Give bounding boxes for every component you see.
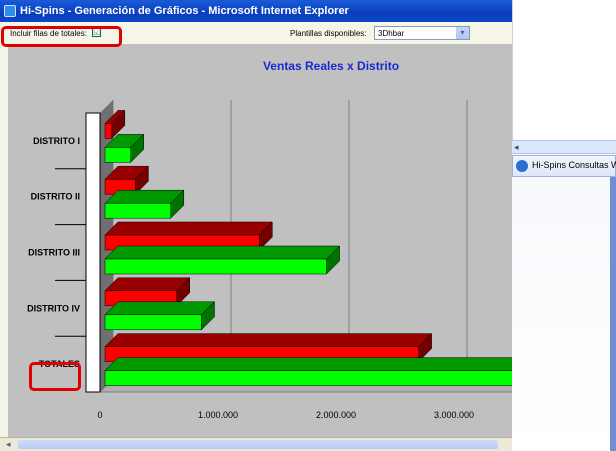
bar-top-face [104,245,341,260]
ie-window: Hi-Spins - Generación de Gráficos - Micr… [0,0,512,451]
bar [104,258,327,275]
bar-top-face [104,357,512,371]
bar-top-face [104,301,216,316]
category-label: DISTRITO I [33,136,80,146]
internet-explorer-icon [516,160,528,172]
bar [104,147,131,163]
category-axis-panel [85,112,101,393]
background-window: ◂ Hi-Spins Consultas Web - W [512,0,616,451]
annotation-highlight-checkbox [1,26,122,47]
category-label: DISTRITO IV [27,303,80,313]
bar [104,370,512,386]
bar [104,314,202,331]
background-scrollbar[interactable]: ◂ [512,140,616,154]
bar-top-face [104,277,191,292]
x-tick-label: 1.000.000 [198,410,238,420]
bar [104,123,113,139]
annotation-highlight-totales [29,362,81,391]
scroll-left-icon[interactable]: ◂ [514,141,519,153]
horizontal-scrollbar[interactable]: ◂ [0,437,512,451]
bar-top-face [104,333,433,347]
category-label: DISTRITO II [31,192,80,202]
background-window-content [512,0,616,140]
x-tick-label: 2.000.000 [316,410,356,420]
x-tick-label: 0 [97,410,102,420]
scroll-left-icon[interactable]: ◂ [6,439,11,450]
desktop-strip [610,177,616,451]
category-label: DISTRITO III [28,248,80,258]
scrollbar-thumb[interactable] [18,440,498,449]
bar-top-face [104,221,273,236]
x-tick-label: 3.000.000 [434,410,474,420]
bar-top-face [104,189,185,204]
taskbar-button[interactable]: Hi-Spins Consultas Web - W [512,155,616,177]
taskbar-button-label: Hi-Spins Consultas Web - W [532,160,616,170]
bar [104,202,172,219]
